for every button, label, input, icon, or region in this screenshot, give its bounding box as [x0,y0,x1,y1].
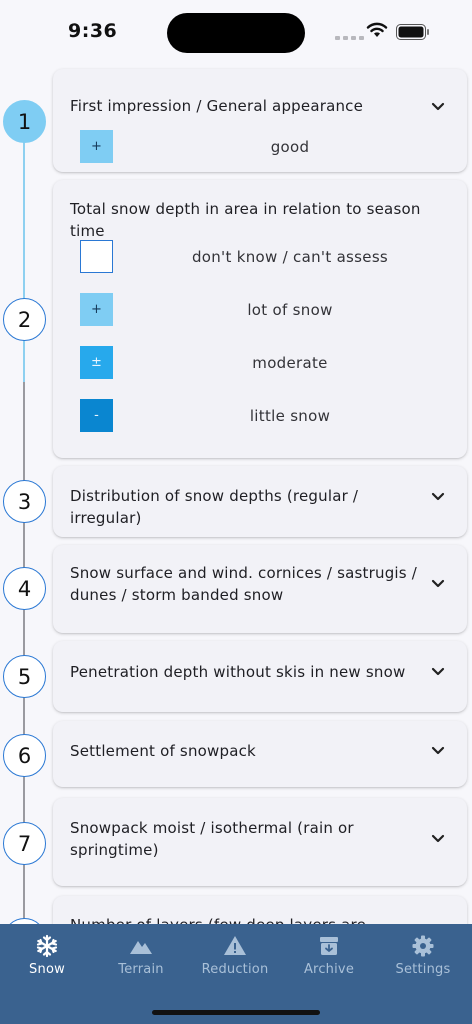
option-label: little snow [249,407,331,425]
home-indicator [152,1010,320,1015]
option-label: good [270,138,310,156]
step-card-5[interactable]: Penetration depth without skis in new sn… [53,641,467,712]
step-number-2[interactable]: 2 [3,298,46,341]
bottom-navigation: Snow Terrain Reduction Archive Settings [0,924,472,1024]
option-plus-box[interactable]: + [80,293,113,326]
selected-option[interactable]: + good [80,130,440,164]
option-moderate-box[interactable]: ± [80,346,113,379]
step-number-6[interactable]: 6 [3,734,46,777]
status-time: 9:36 [68,20,118,42]
step-title-3: Distribution of snow depths (regular / i… [70,487,359,527]
status-bar: 9:36 [0,0,472,62]
nav-terrain[interactable]: Terrain [94,924,188,986]
chevron-down-icon[interactable] [431,102,445,112]
step-number-3[interactable]: 3 [3,480,46,523]
timeline-line-active [23,122,25,382]
cellular-signal-icon [335,36,364,40]
option-label: don't know / can't assess [191,248,389,266]
step-number-5[interactable]: 5 [3,655,46,698]
option-label: lot of snow [247,301,333,319]
mountain-icon [130,941,152,954]
step-number-1[interactable]: 1 [3,100,46,143]
option-minus-box[interactable]: - [80,399,113,432]
step-card-6[interactable]: Settlement of snowpack [53,721,467,787]
dynamic-island [167,13,305,53]
chevron-down-icon[interactable] [431,834,445,844]
step-card-7[interactable]: Snowpack moist / isothermal (rain or spr… [53,798,467,886]
nav-label: Snow [29,962,65,977]
option-plus-box[interactable]: + [80,130,113,163]
archive-icon [320,937,338,955]
chevron-down-icon[interactable] [431,492,445,502]
nav-reduction[interactable]: Reduction [188,924,282,986]
step-title-5: Penetration depth without skis in new sn… [70,663,406,681]
wifi-icon [366,22,388,37]
nav-label: Reduction [201,962,269,977]
step-card-2[interactable]: Total snow depth in area in relation to … [53,180,467,458]
step-title-6: Settlement of snowpack [70,742,256,760]
battery-icon [396,24,429,40]
nav-snow[interactable]: Snow [0,924,94,986]
option-moderate[interactable]: ± moderate [80,346,440,380]
questionnaire-scroll[interactable]: First impression / General appearance + … [0,62,472,924]
warning-icon [224,936,246,955]
option-little-snow[interactable]: - little snow [80,399,440,433]
option-dont-know[interactable]: don't know / can't assess [80,240,440,274]
option-dont-know-box[interactable] [80,240,113,273]
step-card-1[interactable]: First impression / General appearance + … [53,69,467,172]
step-number-4[interactable]: 4 [3,567,46,610]
step-card-4[interactable]: Snow surface and wind. cornices / sastru… [53,545,467,633]
nav-label: Terrain [118,962,164,977]
gear-icon [412,935,434,957]
step-title-8: Number of layers (few deep layers are [70,914,423,924]
step-title-4: Snow surface and wind. cornices / sastru… [70,564,418,604]
snowflake-icon [36,934,58,958]
step-title-2: Total snow depth in area in relation to … [70,200,421,240]
option-label: moderate [252,354,328,372]
nav-label: Settings [395,962,451,977]
step-title-1: First impression / General appearance [70,97,364,115]
step-number-7[interactable]: 7 [3,822,46,865]
nav-label: Archive [303,962,355,977]
step-card-8[interactable]: Number of layers (few deep layers are [53,896,467,924]
chevron-down-icon[interactable] [431,746,445,756]
nav-archive[interactable]: Archive [282,924,376,986]
step-card-3[interactable]: Distribution of snow depths (regular / i… [53,466,467,537]
option-lot-of-snow[interactable]: + lot of snow [80,293,440,327]
nav-settings[interactable]: Settings [376,924,470,986]
chevron-down-icon[interactable] [431,667,445,677]
step-title-7: Snowpack moist / isothermal (rain or spr… [70,819,354,859]
chevron-down-icon[interactable] [431,579,445,589]
